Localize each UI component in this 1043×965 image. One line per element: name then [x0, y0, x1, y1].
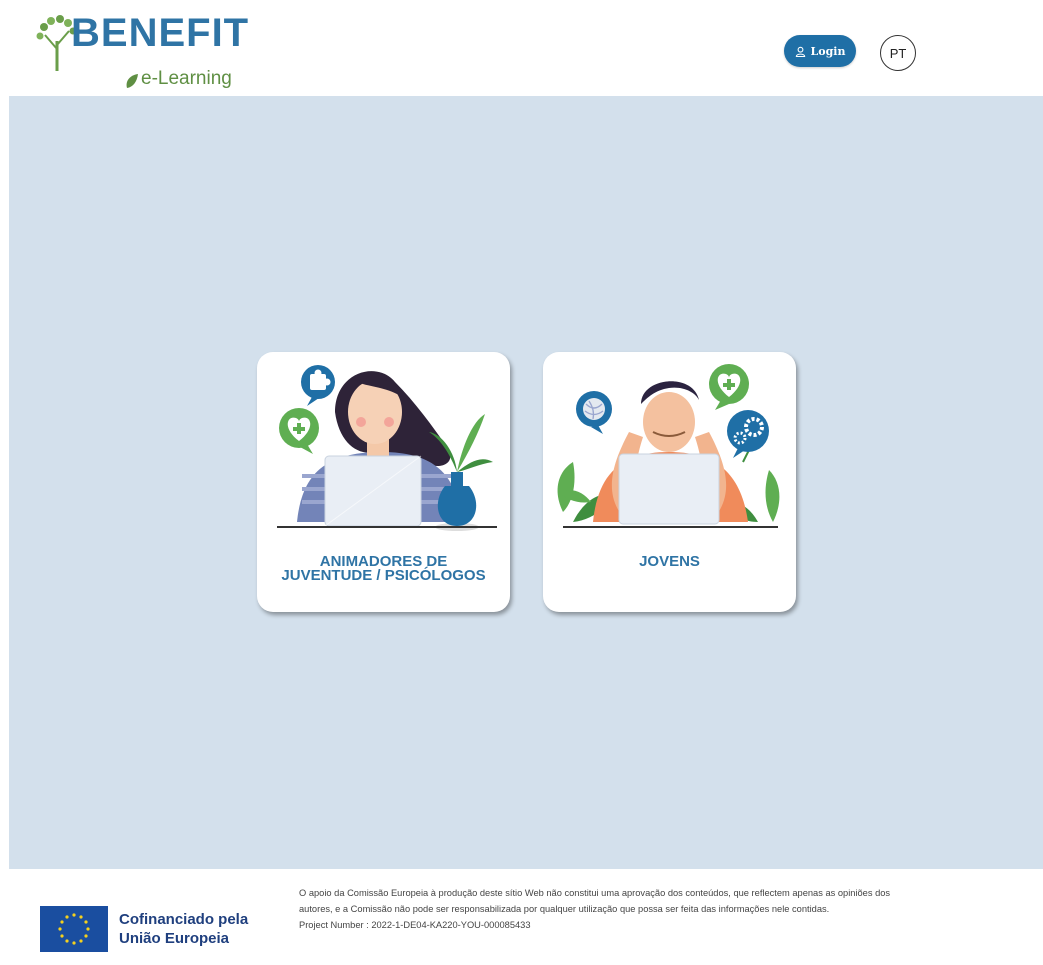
disclaimer-line2: autores, e a Comissão não pode ser respo… [299, 904, 830, 914]
site-header: BENEFIT e-Learning Login PT [9, 9, 1043, 96]
site-footer: Cofinanciado pela União Europeia O apoio… [9, 869, 1043, 965]
disclaimer-line1: O apoio da Comissão Europeia à produção … [299, 888, 891, 898]
logo-title: BENEFIT [71, 11, 250, 55]
eu-flag-icon [40, 906, 108, 952]
stressed-man-laptop-illustration [557, 364, 780, 528]
language-label: PT [889, 45, 907, 61]
card-title: JOVENS [639, 553, 700, 570]
project-number: Project Number : 2022-1-DE04-KA220-YOU-0… [299, 920, 531, 930]
leaf-icon [126, 74, 138, 88]
login-label: Login [810, 44, 846, 58]
language-selector[interactable]: PT [880, 35, 916, 71]
eu-disclaimer: O apoio da Comissão Europeia à produção … [299, 885, 1037, 933]
card-title-line2: JUVENTUDE / PSICÓLOGOS [281, 567, 486, 584]
main-content: ANIMADORES DE JUVENTUDE / PSICÓLOGOS JOV… [9, 96, 1043, 869]
eu-label-line1: Cofinanciado pela [119, 911, 249, 928]
logo-subtitle: e-Learning [141, 68, 232, 89]
woman-laptop-illustration [277, 365, 497, 531]
card-youth[interactable]: JOVENS [543, 352, 796, 612]
card-youth-workers-psychologists[interactable]: ANIMADORES DE JUVENTUDE / PSICÓLOGOS [257, 352, 510, 612]
login-button[interactable]: Login [784, 35, 856, 67]
benefit-logo[interactable]: BENEFIT e-Learning [35, 11, 255, 93]
yarn-ball-icon [583, 398, 605, 420]
eu-label-line2: União Europeia [119, 930, 230, 947]
user-icon [795, 46, 805, 57]
page-frame: BENEFIT e-Learning Login PT ANIMADORES D… [9, 9, 1043, 965]
eu-cofunding-label: Cofinanciado pela União Europeia [119, 910, 248, 948]
